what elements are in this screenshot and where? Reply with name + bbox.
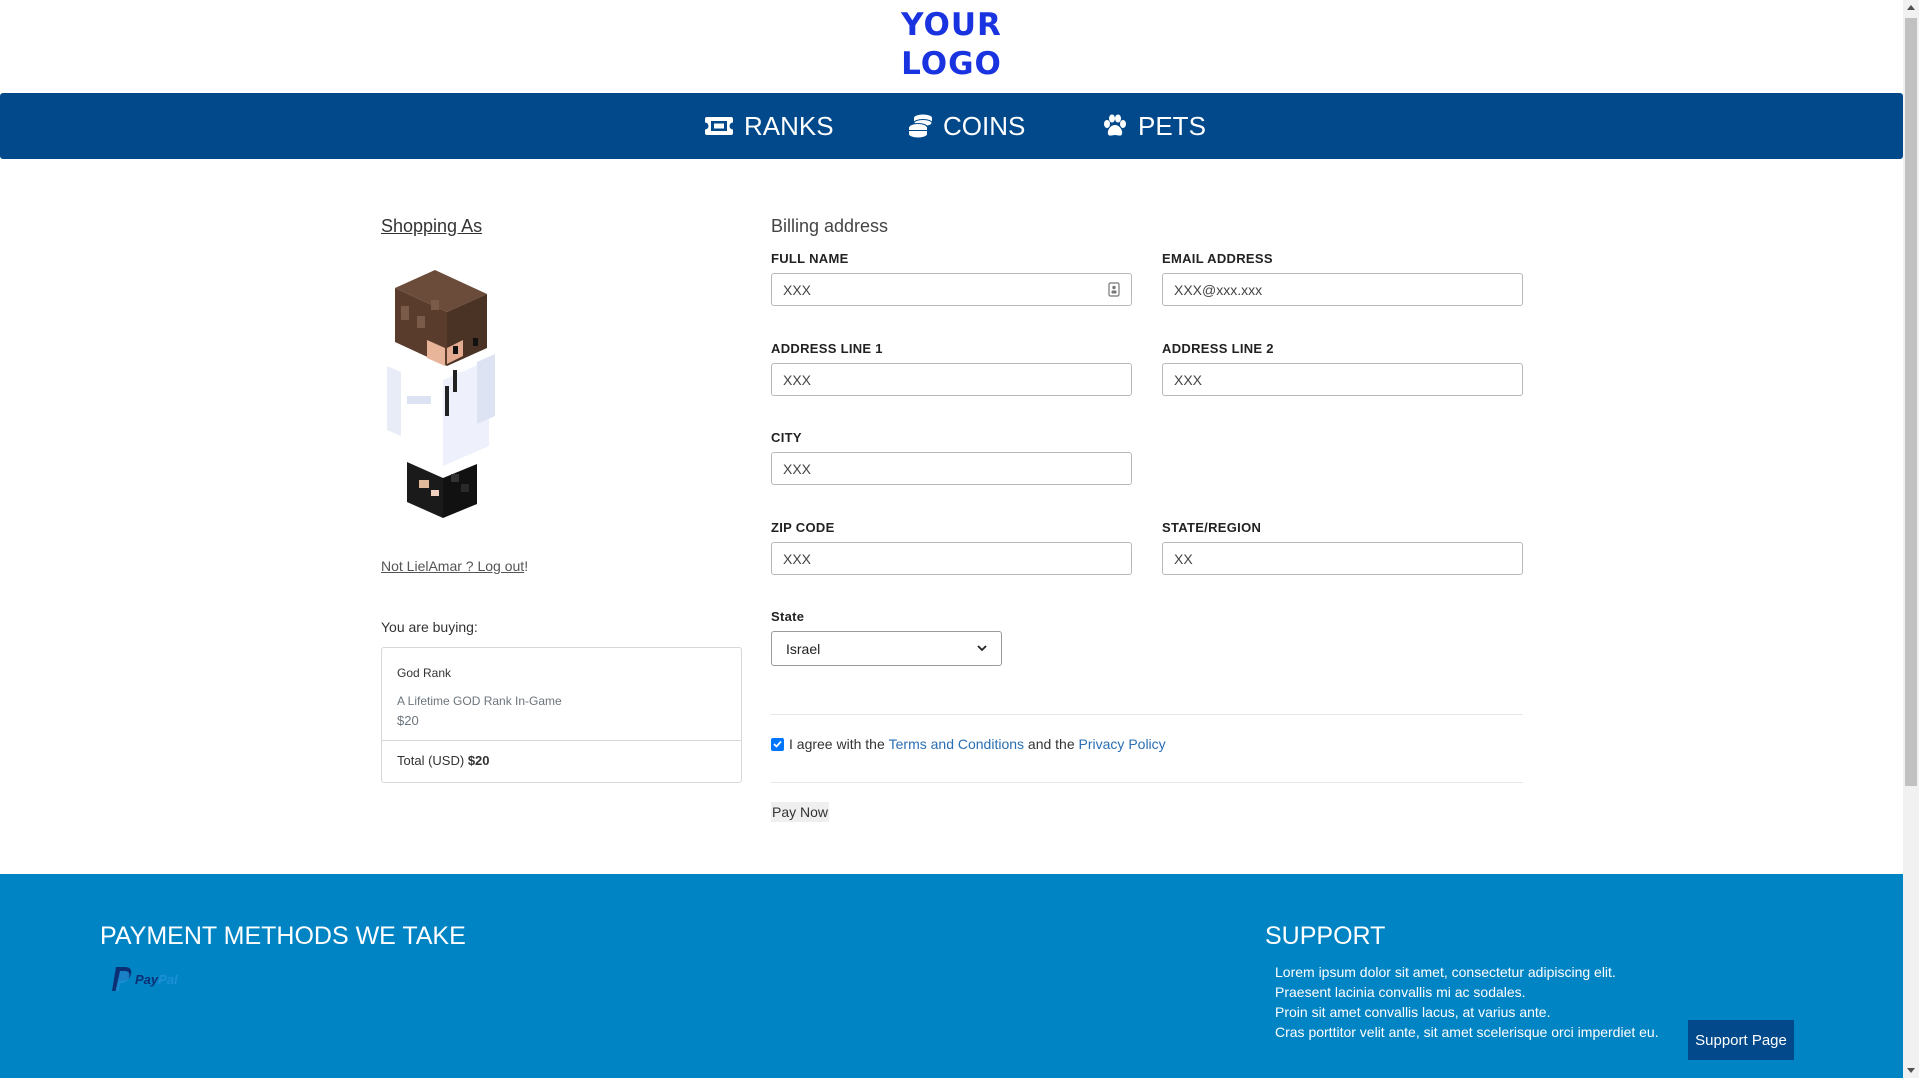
site-logo[interactable]: YOUR LOGO bbox=[0, 6, 1903, 84]
nav-label-coins: COINS bbox=[943, 110, 1026, 141]
scrollbar-thumb[interactable] bbox=[1905, 18, 1917, 786]
paypal-text-pay: Pay bbox=[135, 971, 159, 987]
city-label: CITY bbox=[771, 430, 802, 445]
nav-item-coins[interactable]: COINS bbox=[908, 93, 1025, 159]
scroll-down-arrow-icon[interactable] bbox=[1907, 1068, 1915, 1073]
zip-code-input[interactable]: XXX bbox=[771, 542, 1132, 575]
cart-summary: God Rank A Lifetime GOD Rank In-Game $20… bbox=[381, 647, 742, 783]
cart-item-price: $20 bbox=[397, 713, 419, 728]
cart-total-value: $20 bbox=[467, 753, 490, 768]
logout-link-wrapper: Not LielAmar ? Log out! bbox=[381, 558, 528, 574]
full-name-value: XXX bbox=[783, 281, 812, 298]
ticket-icon bbox=[704, 117, 734, 135]
nav-item-ranks[interactable]: RANKS bbox=[704, 93, 834, 159]
account-panel: Shopping As Not LielAmar ? Log out! You … bbox=[381, 216, 742, 783]
city-value: XXX bbox=[783, 460, 812, 477]
terms-agreement: I agree with the Terms and Conditions an… bbox=[771, 736, 1166, 752]
zip-code-label: ZIP CODE bbox=[771, 520, 835, 535]
terms-link[interactable]: Terms and Conditions bbox=[889, 736, 1024, 752]
email-label: EMAIL ADDRESS bbox=[1162, 251, 1273, 266]
zip-code-value: XXX bbox=[783, 550, 812, 567]
address-line1-input[interactable]: XXX bbox=[771, 363, 1132, 396]
agree-middle: and the bbox=[1027, 736, 1075, 752]
support-line: Proin sit amet convallis lacus, at variu… bbox=[1275, 1004, 1551, 1020]
support-line: Praesent lacinia convallis mi ac sodales… bbox=[1275, 984, 1526, 1000]
shopping-as-heading: Shopping As bbox=[381, 216, 483, 236]
state-label: State bbox=[771, 609, 805, 624]
address-line1-value: XXX bbox=[783, 371, 812, 388]
divider-bottom bbox=[771, 782, 1523, 783]
nav-item-pets[interactable]: PETS bbox=[1102, 93, 1206, 159]
state-region-value: XX bbox=[1174, 550, 1193, 567]
full-name-label: FULL NAME bbox=[771, 251, 849, 266]
support-heading: SUPPORT bbox=[1265, 922, 1386, 950]
address-line2-input[interactable]: XXX bbox=[1162, 363, 1523, 396]
support-page-button[interactable]: Support Page bbox=[1688, 1020, 1794, 1060]
pay-now-button[interactable]: Pay Now bbox=[771, 802, 830, 822]
full-name-input[interactable]: XXX bbox=[771, 273, 1132, 306]
nav-label-ranks: RANKS bbox=[744, 110, 834, 141]
player-skin-image bbox=[387, 270, 495, 518]
state-region-input[interactable]: XX bbox=[1162, 542, 1523, 575]
terms-checkbox[interactable] bbox=[771, 737, 784, 751]
email-input[interactable]: XXX@xxx.xxx bbox=[1162, 273, 1523, 306]
cart-item-description: A Lifetime GOD Rank In-Game bbox=[397, 694, 562, 708]
state-select[interactable]: Israel bbox=[771, 631, 1002, 666]
logo-line-2: LOGO bbox=[901, 46, 1002, 82]
email-value: XXX@xxx.xxx bbox=[1174, 281, 1263, 298]
scroll-up-arrow-icon[interactable] bbox=[1907, 5, 1915, 10]
cart-total: Total (USD) $20 bbox=[382, 741, 741, 780]
paypal-logo: Pay Pal bbox=[111, 966, 178, 992]
cart-total-label: Total (USD) bbox=[397, 753, 465, 768]
paw-icon bbox=[1104, 114, 1126, 136]
payment-methods-heading: PAYMENT METHODS WE TAKE bbox=[100, 922, 466, 950]
state-select-value: Israel bbox=[786, 640, 821, 657]
address-line2-label: ADDRESS LINE 2 bbox=[1162, 341, 1274, 356]
checkmark-icon bbox=[773, 740, 782, 748]
support-text: Lorem ipsum dolor sit amet, consectetur … bbox=[1275, 962, 1659, 1042]
city-input[interactable]: XXX bbox=[771, 452, 1132, 485]
divider-top bbox=[771, 714, 1523, 715]
paypal-icon bbox=[112, 967, 132, 991]
agree-prefix: I agree with the bbox=[789, 736, 885, 752]
support-line: Cras porttitor velit ante, sit amet scel… bbox=[1275, 1024, 1659, 1040]
site-footer: PAYMENT METHODS WE TAKE Pay Pal SUPPORT L… bbox=[0, 874, 1903, 1078]
privacy-policy-link[interactable]: Privacy Policy bbox=[1079, 736, 1166, 752]
logout-link[interactable]: Not LielAmar ? Log out bbox=[381, 558, 524, 574]
nav-label-pets: PETS bbox=[1138, 110, 1206, 141]
cart-item-name: God Rank bbox=[397, 666, 452, 680]
address-line1-label: ADDRESS LINE 1 bbox=[771, 341, 883, 356]
buying-label: You are buying: bbox=[381, 619, 478, 635]
address-line2-value: XXX bbox=[1174, 371, 1203, 388]
billing-title: Billing address bbox=[771, 216, 889, 236]
support-line: Lorem ipsum dolor sit amet, consectetur … bbox=[1275, 964, 1616, 980]
autofill-contact-icon[interactable] bbox=[1108, 282, 1120, 297]
page: YOUR LOGO RANKS COINS PETS Shopping As N… bbox=[0, 0, 1903, 1078]
cart-item: God Rank A Lifetime GOD Rank In-Game $20 bbox=[382, 648, 741, 741]
logout-suffix: ! bbox=[524, 558, 529, 574]
logo-line-1: YOUR bbox=[901, 7, 1002, 43]
page-scrollbar[interactable] bbox=[1903, 0, 1919, 1078]
paypal-text-pal: Pal bbox=[158, 971, 178, 987]
chevron-down-icon bbox=[977, 645, 987, 652]
coins-icon bbox=[908, 114, 933, 138]
state-region-label: STATE/REGION bbox=[1162, 520, 1262, 535]
main-navbar: RANKS COINS PETS bbox=[0, 93, 1903, 159]
